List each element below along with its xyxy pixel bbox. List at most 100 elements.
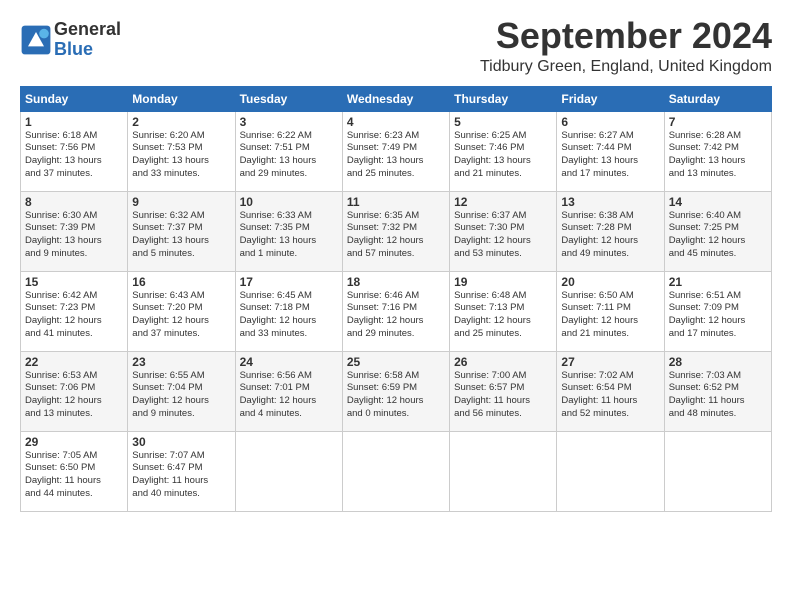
logo-icon — [20, 24, 52, 56]
week-row-1: 1Sunrise: 6:18 AM Sunset: 7:56 PM Daylig… — [21, 111, 772, 191]
day-number: 27 — [561, 355, 659, 369]
calendar-cell: 23Sunrise: 6:55 AM Sunset: 7:04 PM Dayli… — [128, 351, 235, 431]
calendar-cell: 7Sunrise: 6:28 AM Sunset: 7:42 PM Daylig… — [664, 111, 771, 191]
day-detail: Sunrise: 6:50 AM Sunset: 7:11 PM Dayligh… — [561, 290, 659, 341]
weekday-header-tuesday: Tuesday — [235, 86, 342, 111]
day-number: 26 — [454, 355, 552, 369]
day-number: 10 — [240, 195, 338, 209]
calendar-cell: 29Sunrise: 7:05 AM Sunset: 6:50 PM Dayli… — [21, 431, 128, 511]
day-number: 3 — [240, 115, 338, 129]
day-number: 20 — [561, 275, 659, 289]
day-detail: Sunrise: 6:55 AM Sunset: 7:04 PM Dayligh… — [132, 370, 230, 421]
calendar-cell: 10Sunrise: 6:33 AM Sunset: 7:35 PM Dayli… — [235, 191, 342, 271]
calendar-cell: 21Sunrise: 6:51 AM Sunset: 7:09 PM Dayli… — [664, 271, 771, 351]
day-number: 22 — [25, 355, 123, 369]
day-detail: Sunrise: 6:22 AM Sunset: 7:51 PM Dayligh… — [240, 130, 338, 181]
calendar-cell: 15Sunrise: 6:42 AM Sunset: 7:23 PM Dayli… — [21, 271, 128, 351]
day-detail: Sunrise: 6:40 AM Sunset: 7:25 PM Dayligh… — [669, 210, 767, 261]
calendar-cell: 14Sunrise: 6:40 AM Sunset: 7:25 PM Dayli… — [664, 191, 771, 271]
day-number: 25 — [347, 355, 445, 369]
header: General Blue September 2024 Tidbury Gree… — [20, 16, 772, 76]
day-number: 21 — [669, 275, 767, 289]
day-number: 1 — [25, 115, 123, 129]
day-detail: Sunrise: 6:43 AM Sunset: 7:20 PM Dayligh… — [132, 290, 230, 341]
day-detail: Sunrise: 6:33 AM Sunset: 7:35 PM Dayligh… — [240, 210, 338, 261]
logo-line2: Blue — [54, 40, 121, 60]
calendar: SundayMondayTuesdayWednesdayThursdayFrid… — [20, 86, 772, 512]
day-number: 13 — [561, 195, 659, 209]
calendar-cell — [235, 431, 342, 511]
day-detail: Sunrise: 6:18 AM Sunset: 7:56 PM Dayligh… — [25, 130, 123, 181]
month-title: September 2024 — [480, 16, 772, 56]
calendar-header: SundayMondayTuesdayWednesdayThursdayFrid… — [21, 86, 772, 111]
day-number: 23 — [132, 355, 230, 369]
day-detail: Sunrise: 6:45 AM Sunset: 7:18 PM Dayligh… — [240, 290, 338, 341]
calendar-cell: 25Sunrise: 6:58 AM Sunset: 6:59 PM Dayli… — [342, 351, 449, 431]
day-detail: Sunrise: 6:51 AM Sunset: 7:09 PM Dayligh… — [669, 290, 767, 341]
day-detail: Sunrise: 6:35 AM Sunset: 7:32 PM Dayligh… — [347, 210, 445, 261]
calendar-cell: 11Sunrise: 6:35 AM Sunset: 7:32 PM Dayli… — [342, 191, 449, 271]
calendar-cell: 26Sunrise: 7:00 AM Sunset: 6:57 PM Dayli… — [450, 351, 557, 431]
day-detail: Sunrise: 7:03 AM Sunset: 6:52 PM Dayligh… — [669, 370, 767, 421]
day-detail: Sunrise: 6:25 AM Sunset: 7:46 PM Dayligh… — [454, 130, 552, 181]
weekday-header-sunday: Sunday — [21, 86, 128, 111]
day-detail: Sunrise: 6:38 AM Sunset: 7:28 PM Dayligh… — [561, 210, 659, 261]
calendar-cell: 1Sunrise: 6:18 AM Sunset: 7:56 PM Daylig… — [21, 111, 128, 191]
day-number: 28 — [669, 355, 767, 369]
day-detail: Sunrise: 6:32 AM Sunset: 7:37 PM Dayligh… — [132, 210, 230, 261]
day-number: 16 — [132, 275, 230, 289]
day-number: 8 — [25, 195, 123, 209]
calendar-cell: 12Sunrise: 6:37 AM Sunset: 7:30 PM Dayli… — [450, 191, 557, 271]
day-number: 11 — [347, 195, 445, 209]
day-number: 15 — [25, 275, 123, 289]
day-detail: Sunrise: 6:37 AM Sunset: 7:30 PM Dayligh… — [454, 210, 552, 261]
calendar-cell: 24Sunrise: 6:56 AM Sunset: 7:01 PM Dayli… — [235, 351, 342, 431]
day-detail: Sunrise: 7:00 AM Sunset: 6:57 PM Dayligh… — [454, 370, 552, 421]
calendar-cell: 2Sunrise: 6:20 AM Sunset: 7:53 PM Daylig… — [128, 111, 235, 191]
calendar-cell: 4Sunrise: 6:23 AM Sunset: 7:49 PM Daylig… — [342, 111, 449, 191]
page: General Blue September 2024 Tidbury Gree… — [0, 0, 792, 612]
day-detail: Sunrise: 6:20 AM Sunset: 7:53 PM Dayligh… — [132, 130, 230, 181]
calendar-cell: 9Sunrise: 6:32 AM Sunset: 7:37 PM Daylig… — [128, 191, 235, 271]
day-number: 6 — [561, 115, 659, 129]
calendar-cell: 8Sunrise: 6:30 AM Sunset: 7:39 PM Daylig… — [21, 191, 128, 271]
day-number: 17 — [240, 275, 338, 289]
weekday-header-friday: Friday — [557, 86, 664, 111]
calendar-cell: 18Sunrise: 6:46 AM Sunset: 7:16 PM Dayli… — [342, 271, 449, 351]
calendar-cell — [450, 431, 557, 511]
calendar-cell — [664, 431, 771, 511]
calendar-cell: 22Sunrise: 6:53 AM Sunset: 7:06 PM Dayli… — [21, 351, 128, 431]
week-row-2: 8Sunrise: 6:30 AM Sunset: 7:39 PM Daylig… — [21, 191, 772, 271]
day-detail: Sunrise: 7:07 AM Sunset: 6:47 PM Dayligh… — [132, 450, 230, 501]
title-block: September 2024 Tidbury Green, England, U… — [480, 16, 772, 76]
weekday-header-row: SundayMondayTuesdayWednesdayThursdayFrid… — [21, 86, 772, 111]
day-number: 14 — [669, 195, 767, 209]
weekday-header-monday: Monday — [128, 86, 235, 111]
day-detail: Sunrise: 7:05 AM Sunset: 6:50 PM Dayligh… — [25, 450, 123, 501]
day-number: 24 — [240, 355, 338, 369]
day-number: 19 — [454, 275, 552, 289]
day-number: 30 — [132, 435, 230, 449]
day-detail: Sunrise: 6:46 AM Sunset: 7:16 PM Dayligh… — [347, 290, 445, 341]
calendar-cell: 27Sunrise: 7:02 AM Sunset: 6:54 PM Dayli… — [557, 351, 664, 431]
day-detail: Sunrise: 6:58 AM Sunset: 6:59 PM Dayligh… — [347, 370, 445, 421]
day-detail: Sunrise: 6:56 AM Sunset: 7:01 PM Dayligh… — [240, 370, 338, 421]
day-detail: Sunrise: 6:28 AM Sunset: 7:42 PM Dayligh… — [669, 130, 767, 181]
weekday-header-thursday: Thursday — [450, 86, 557, 111]
calendar-cell — [557, 431, 664, 511]
calendar-cell: 5Sunrise: 6:25 AM Sunset: 7:46 PM Daylig… — [450, 111, 557, 191]
calendar-cell: 30Sunrise: 7:07 AM Sunset: 6:47 PM Dayli… — [128, 431, 235, 511]
calendar-cell: 28Sunrise: 7:03 AM Sunset: 6:52 PM Dayli… — [664, 351, 771, 431]
day-number: 5 — [454, 115, 552, 129]
calendar-cell: 13Sunrise: 6:38 AM Sunset: 7:28 PM Dayli… — [557, 191, 664, 271]
day-detail: Sunrise: 6:30 AM Sunset: 7:39 PM Dayligh… — [25, 210, 123, 261]
calendar-cell: 20Sunrise: 6:50 AM Sunset: 7:11 PM Dayli… — [557, 271, 664, 351]
week-row-4: 22Sunrise: 6:53 AM Sunset: 7:06 PM Dayli… — [21, 351, 772, 431]
calendar-cell: 3Sunrise: 6:22 AM Sunset: 7:51 PM Daylig… — [235, 111, 342, 191]
day-number: 18 — [347, 275, 445, 289]
day-detail: Sunrise: 7:02 AM Sunset: 6:54 PM Dayligh… — [561, 370, 659, 421]
calendar-cell: 16Sunrise: 6:43 AM Sunset: 7:20 PM Dayli… — [128, 271, 235, 351]
day-number: 9 — [132, 195, 230, 209]
day-number: 2 — [132, 115, 230, 129]
day-detail: Sunrise: 6:48 AM Sunset: 7:13 PM Dayligh… — [454, 290, 552, 341]
